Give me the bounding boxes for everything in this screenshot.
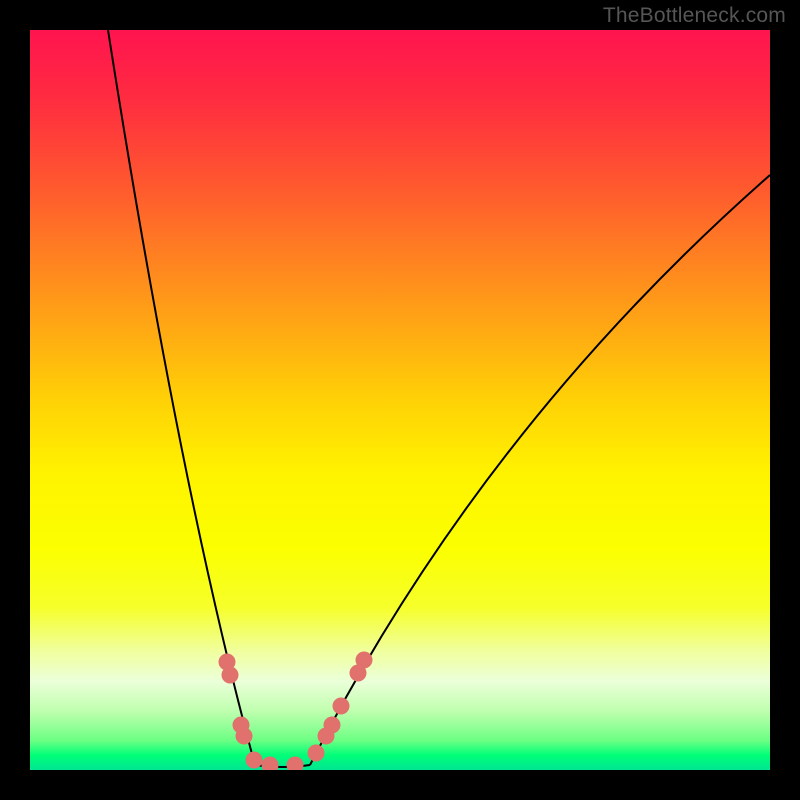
- watermark-text: TheBottleneck.com: [603, 4, 786, 28]
- chart-gradient-background: [30, 30, 770, 770]
- chart-frame: TheBottleneck.com: [0, 0, 800, 800]
